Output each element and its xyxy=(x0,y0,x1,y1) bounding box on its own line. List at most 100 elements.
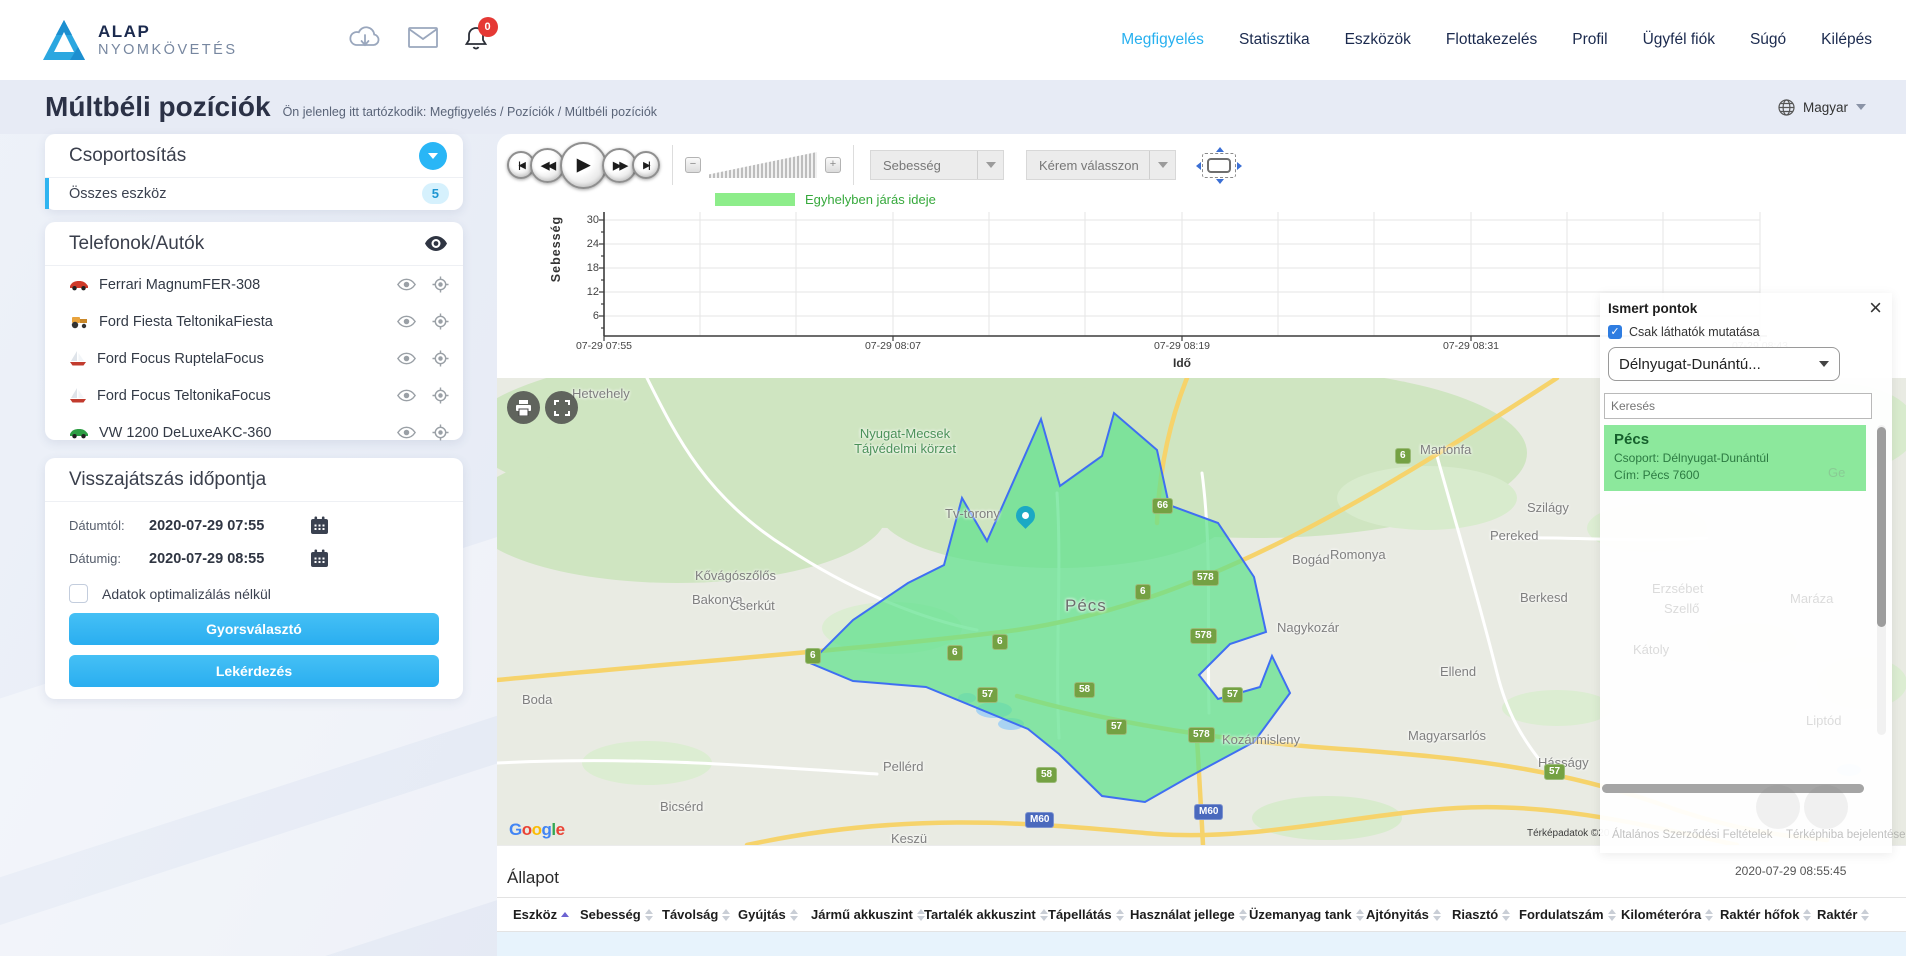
quick-select-button[interactable]: Gyorsválasztó xyxy=(69,613,439,645)
app-logo[interactable]: ALAP NYOMKÖVETÉS xyxy=(42,19,238,61)
chart-x-axis-label: Idő xyxy=(1122,356,1242,370)
ghost-map-label: Maráza xyxy=(1790,591,1833,606)
google-letter: e xyxy=(556,820,565,839)
print-map-button[interactable] xyxy=(507,391,540,424)
map-label: Martonfa xyxy=(1420,442,1471,457)
column-header[interactable]: Használat jellege xyxy=(1130,907,1247,922)
column-header[interactable]: Jármű akkuszint xyxy=(811,907,925,922)
known-point-result-card[interactable]: Pécs Csoport: Délnyugat-Dunántúl Cím: Pé… xyxy=(1604,425,1866,491)
table-empty-row xyxy=(497,932,1906,956)
locate-crosshair-icon[interactable] xyxy=(432,424,449,441)
nav-ugyfel-fiok[interactable]: Ügyfél fiók xyxy=(1643,31,1715,49)
speed-decrease-button[interactable]: − xyxy=(685,157,701,173)
column-header[interactable]: Fordulatszám xyxy=(1519,907,1616,922)
vertical-scrollbar[interactable] xyxy=(1877,425,1886,735)
device-row[interactable]: Ford Fiesta TeltonikaFiesta xyxy=(45,303,463,340)
calendar-icon[interactable] xyxy=(310,549,329,568)
visible-only-checkbox-row[interactable]: ✓ Csak láthatók mutatása xyxy=(1608,325,1760,339)
visibility-eye-icon[interactable] xyxy=(397,389,416,402)
chevron-down-icon xyxy=(977,151,1003,179)
location-button-ghost[interactable] xyxy=(1804,785,1848,829)
y-tick: 24 xyxy=(567,237,599,251)
query-button[interactable]: Lekérdezés xyxy=(69,655,439,687)
scrollbar-thumb[interactable] xyxy=(1877,427,1886,627)
device-row[interactable]: VW 1200 DeLuxeAKC-360 xyxy=(45,414,463,451)
visibility-eye-icon[interactable] xyxy=(397,278,416,291)
column-header[interactable]: Tartalék akkuszint xyxy=(924,907,1048,922)
collapse-button[interactable] xyxy=(419,142,447,170)
speed-metric-value: Sebesség xyxy=(871,158,977,173)
terms-link[interactable]: Általános Szerződési Feltételek xyxy=(1612,829,1772,841)
group-item-all-devices[interactable]: Összes eszköz 5 xyxy=(45,178,463,209)
date-from-value[interactable]: 2020-07-29 07:55 xyxy=(149,518,264,534)
column-header[interactable]: Eszköz xyxy=(513,907,569,922)
column-header[interactable]: Raktér hőfok xyxy=(1720,907,1811,922)
globe-icon xyxy=(1778,99,1795,116)
layers-button-ghost[interactable] xyxy=(1756,785,1800,829)
column-header[interactable]: Üzemanyag tank xyxy=(1249,907,1364,922)
map-label: Keszü xyxy=(891,831,927,845)
group-filter-select[interactable]: Délnyugat-Dunántú... xyxy=(1608,347,1840,381)
notifications-bell-icon[interactable]: 0 xyxy=(464,25,488,56)
sort-icon xyxy=(1705,909,1713,921)
device-row[interactable]: Ferrari MagnumFER-308 xyxy=(45,266,463,303)
y-tick: 18 xyxy=(567,261,599,275)
nav-flottakezeles[interactable]: Flottakezelés xyxy=(1446,31,1537,49)
locate-crosshair-icon[interactable] xyxy=(432,313,449,330)
date-to-value[interactable]: 2020-07-29 08:55 xyxy=(149,551,264,567)
speed-metric-select[interactable]: Sebesség xyxy=(870,150,1004,180)
mail-icon[interactable] xyxy=(408,27,438,53)
device-row[interactable]: Ford Focus RuptelaFocus xyxy=(45,340,463,377)
column-header[interactable]: Tápellátás xyxy=(1048,907,1124,922)
locate-crosshair-icon[interactable] xyxy=(432,276,449,293)
nav-eszkozok[interactable]: Eszközök xyxy=(1345,31,1411,49)
playback-speed-slider[interactable] xyxy=(709,152,817,178)
column-header[interactable]: Kilométeróra xyxy=(1621,907,1713,922)
optimize-checkbox-row[interactable]: Adatok optimalizálás nélkül xyxy=(45,584,463,603)
locate-crosshair-icon[interactable] xyxy=(432,350,449,367)
skip-to-end-button[interactable]: ▶| xyxy=(632,151,660,179)
column-header[interactable]: Ajtónyitás xyxy=(1366,907,1441,922)
checkbox-unchecked[interactable] xyxy=(69,584,88,603)
divider xyxy=(853,145,854,185)
nav-statisztika[interactable]: Statisztika xyxy=(1239,31,1310,49)
cloud-download-icon[interactable] xyxy=(348,25,382,56)
column-header[interactable]: Távolság xyxy=(662,907,730,922)
grouping-card: Csoportosítás Összes eszköz 5 xyxy=(45,134,463,210)
nav-megfigyeles[interactable]: Megfigyelés xyxy=(1121,31,1204,49)
device-choose-select[interactable]: Kérem válasszon xyxy=(1026,150,1176,180)
fullscreen-map-button[interactable] xyxy=(545,391,578,424)
visibility-eye-icon[interactable] xyxy=(397,315,416,328)
report-map-error-link[interactable]: Térképhiba bejelentése xyxy=(1786,829,1906,841)
optimize-checkbox-label: Adatok optimalizálás nélkül xyxy=(102,586,271,602)
column-header[interactable]: Gyújtás xyxy=(738,907,798,922)
visibility-eye-icon[interactable] xyxy=(397,352,416,365)
road-badge: 66 xyxy=(1152,498,1173,514)
play-button[interactable]: ▶ xyxy=(560,142,607,189)
map-label: Berkesd xyxy=(1520,590,1568,605)
close-icon[interactable]: × xyxy=(1869,295,1882,321)
nav-sugo[interactable]: Súgó xyxy=(1750,31,1786,49)
locate-crosshair-icon[interactable] xyxy=(432,387,449,404)
map-label: Nagykozár xyxy=(1277,620,1339,635)
language-selector[interactable]: Magyar xyxy=(1778,99,1866,116)
fit-to-screen-icon[interactable] xyxy=(1202,153,1236,178)
nav-kilepes[interactable]: Kilépés xyxy=(1821,31,1872,49)
column-label: Fordulatszám xyxy=(1519,907,1604,922)
visibility-eye-icon[interactable] xyxy=(397,426,416,439)
column-header[interactable]: Sebesség xyxy=(580,907,653,922)
chevron-down-icon xyxy=(1819,361,1829,367)
y-tick: 12 xyxy=(567,285,599,299)
nav-profil[interactable]: Profil xyxy=(1572,31,1607,49)
column-header[interactable]: Raktér xyxy=(1817,907,1869,922)
search-input[interactable] xyxy=(1604,393,1872,419)
speed-increase-button[interactable]: + xyxy=(825,157,841,173)
toggle-all-visibility-eye-icon[interactable] xyxy=(425,236,447,251)
device-name: Ford Focus RuptelaFocus xyxy=(97,351,264,367)
device-row[interactable]: Ford Focus TeltonikaFocus xyxy=(45,377,463,414)
calendar-icon[interactable] xyxy=(310,516,329,535)
google-logo[interactable]: Google xyxy=(509,820,565,840)
column-header[interactable]: Riasztó xyxy=(1452,907,1510,922)
checkbox-checked[interactable]: ✓ xyxy=(1608,325,1622,339)
road-badge: 578 xyxy=(1190,628,1217,644)
